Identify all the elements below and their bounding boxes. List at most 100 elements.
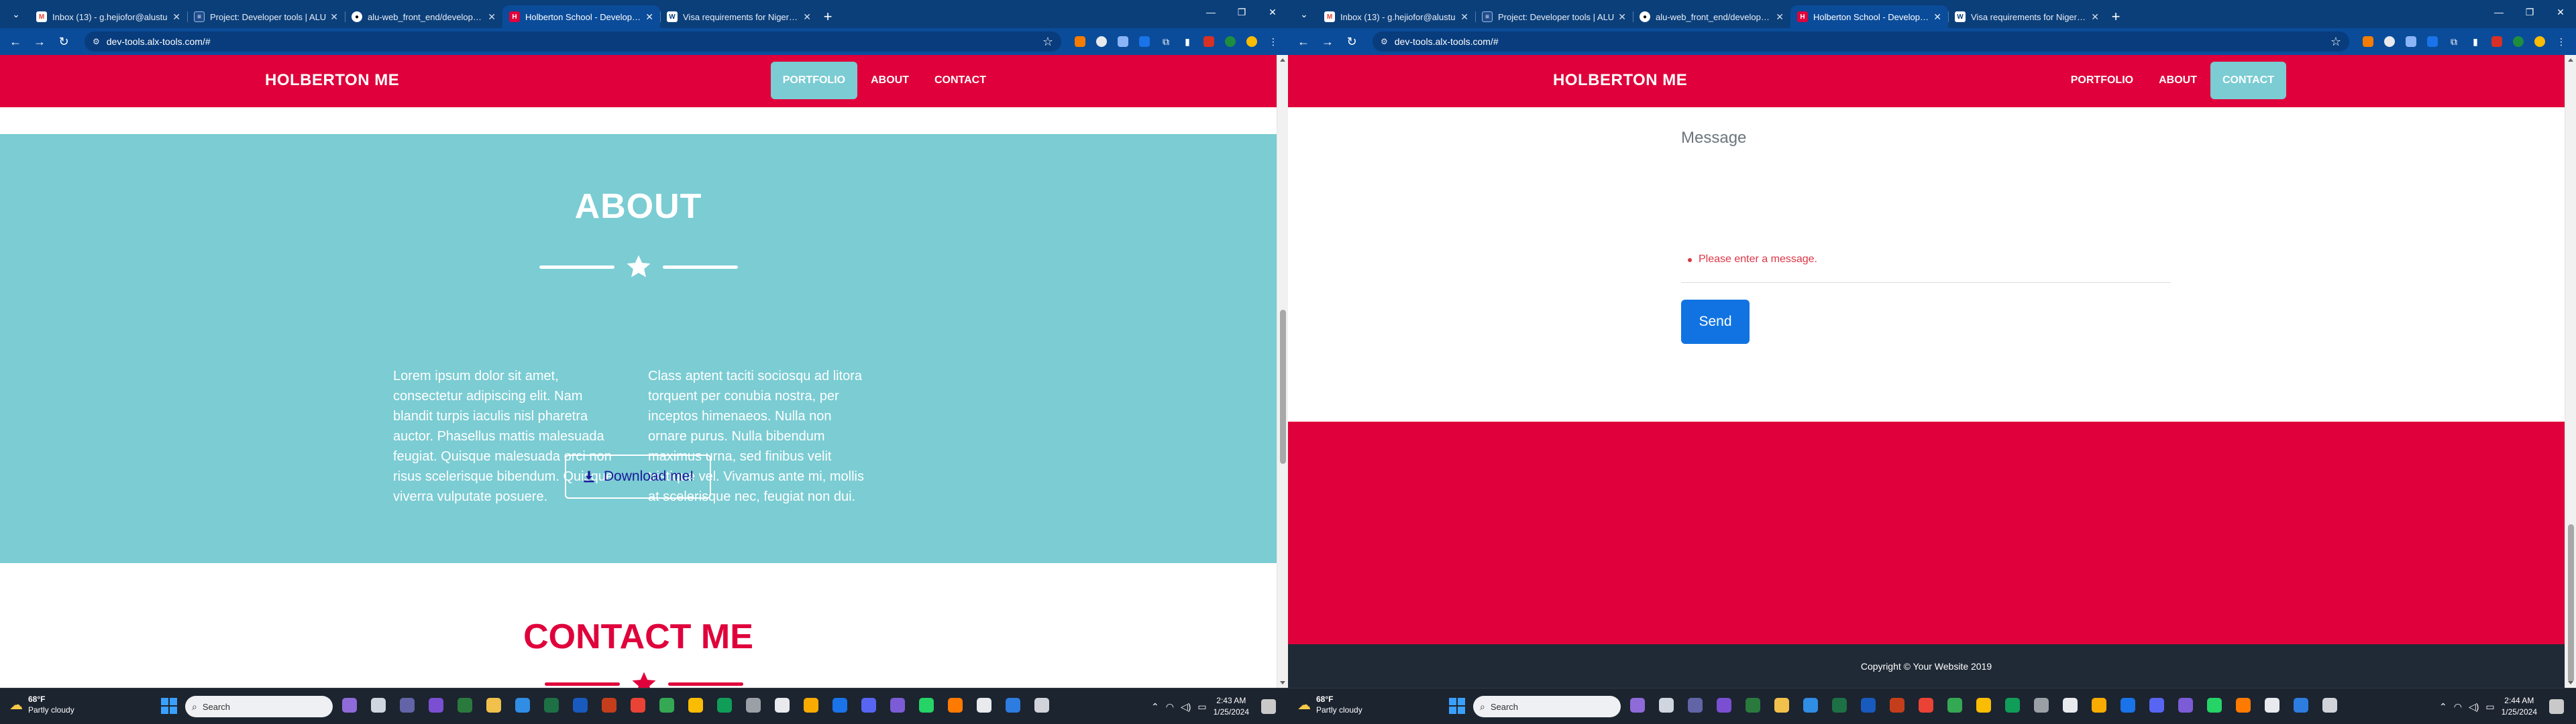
page-scrollbar[interactable] [1277,55,1288,688]
chrome-icon[interactable] [688,698,703,713]
menu-kebab-icon[interactable]: ⋮ [2552,32,2571,51]
tab-visa[interactable]: W Visa requirements for Nigerian c ✕ [660,5,818,28]
chrome-icon[interactable] [1976,698,1991,713]
tab-visa[interactable]: W Visa requirements for Nigerian c ✕ [1948,5,2106,28]
bookmark-star-icon[interactable]: ☆ [2330,35,2341,49]
extension-icon[interactable] [1221,32,1240,51]
active-app-icon[interactable] [1034,698,1049,713]
app-icon[interactable] [746,698,761,713]
powerpoint-icon[interactable] [1890,698,1904,713]
extension-icon[interactable] [2487,32,2506,51]
weather-widget[interactable]: ☁ 68°F Partly cloudy [1297,694,1362,715]
close-icon[interactable]: ✕ [1618,11,1626,23]
copilot-icon[interactable] [342,698,357,713]
chrome-icon[interactable] [631,698,645,713]
wifi-icon[interactable]: ◠ [1166,701,1174,713]
extension-icon[interactable] [2380,32,2399,51]
app-icon[interactable] [948,698,963,713]
edge-icon[interactable] [2005,698,2020,713]
clock[interactable]: 2:44 AM 1/25/2024 [2502,695,2537,718]
profile-avatar[interactable] [2530,32,2549,51]
forward-icon[interactable]: → [1318,32,1338,52]
extension-icon[interactable] [1135,32,1154,51]
nav-contact[interactable]: CONTACT [2210,62,2286,99]
tab-alu-project[interactable]: ≡ Project: Developer tools | ALU ✕ [1475,5,1633,28]
page-scrollbar[interactable] [2565,55,2576,688]
new-tab-button[interactable]: + [2106,5,2126,28]
file-icon[interactable] [2063,698,2078,713]
battery-icon[interactable]: ▭ [2485,701,2494,713]
extension-icon[interactable] [2402,32,2420,51]
extension-icon[interactable] [1114,32,1132,51]
teams-icon[interactable] [400,698,415,713]
site-info-icon[interactable]: ⚙ [1381,37,1388,46]
sidebar-icon[interactable]: ▮ [2466,32,2485,51]
app-icon[interactable] [2121,698,2135,713]
clock[interactable]: 2:43 AM 1/25/2024 [1214,695,1249,718]
wifi-icon[interactable]: ◠ [2454,701,2462,713]
extensions-puzzle-icon[interactable]: ⧉ [1157,32,1175,51]
tab-github[interactable]: ● alu-web_front_end/developer_to ✕ [345,5,502,28]
edge-icon[interactable] [717,698,732,713]
tab-holberton[interactable]: H Holberton School - Developer to ✕ [502,5,660,28]
send-button[interactable]: Send [1681,300,1750,344]
discord-icon[interactable] [2149,698,2164,713]
volume-icon[interactable]: ◁) [1181,701,1191,713]
tab-gmail[interactable]: M Inbox (13) - g.hejiofor@alustu ✕ [30,5,187,28]
file-explorer-icon[interactable] [486,698,501,713]
task-view-icon[interactable] [371,698,386,713]
copilot-icon[interactable] [1630,698,1645,713]
notifications-icon[interactable] [1261,699,1276,714]
notifications-icon[interactable] [2549,699,2564,714]
discord-icon[interactable] [861,698,876,713]
site-info-icon[interactable]: ⚙ [93,37,100,46]
app-icon[interactable] [804,698,818,713]
back-icon[interactable]: ← [5,32,25,52]
close-icon[interactable]: ✕ [1933,11,1941,23]
powerpoint-icon[interactable] [602,698,616,713]
reload-icon[interactable]: ↻ [54,32,74,52]
app-icon[interactable] [2265,698,2279,713]
word-icon[interactable] [1861,698,1876,713]
extension-icon[interactable] [2423,32,2442,51]
vscode-icon[interactable] [1006,698,1020,713]
scroll-down-icon[interactable] [2568,681,2573,684]
taskbar-search[interactable]: ⌕ Search [185,696,333,717]
windows-start-icon[interactable] [161,698,177,714]
extension-icon[interactable] [2509,32,2528,51]
task-view-icon[interactable] [1659,698,1674,713]
whatsapp-icon[interactable] [919,698,934,713]
minimize-icon[interactable]: — [1195,0,1226,24]
chrome-icon[interactable] [659,698,674,713]
app-icon[interactable] [458,698,472,713]
windows-start-icon[interactable] [1449,698,1465,714]
app-icon[interactable] [890,698,905,713]
minimize-icon[interactable]: — [2483,0,2514,24]
forward-icon[interactable]: → [30,32,50,52]
active-app-icon[interactable] [2322,698,2337,713]
app-icon[interactable] [429,698,443,713]
excel-icon[interactable] [544,698,559,713]
app-icon[interactable] [2092,698,2106,713]
back-icon[interactable]: ← [1293,32,1313,52]
file-explorer-icon[interactable] [1774,698,1789,713]
extensions-puzzle-icon[interactable]: ⧉ [2445,32,2463,51]
close-icon[interactable]: ✕ [1776,11,1784,23]
app-icon[interactable] [1803,698,1818,713]
tab-search-icon[interactable]: ⌄ [1295,5,1313,23]
close-icon[interactable]: ✕ [488,11,496,23]
nav-portfolio[interactable]: PORTFOLIO [770,62,858,99]
address-bar[interactable]: ⚙ dev-tools.alx-tools.com/# ☆ [85,32,1061,52]
message-field[interactable]: Message [1681,129,1746,147]
close-icon[interactable]: ✕ [1460,11,1468,23]
bookmark-star-icon[interactable]: ☆ [1042,35,1053,49]
close-icon[interactable]: ✕ [172,11,180,23]
volume-icon[interactable]: ◁) [2469,701,2479,713]
close-window-icon[interactable]: ✕ [2545,0,2576,24]
app-icon[interactable] [1717,698,1731,713]
tab-github[interactable]: ● alu-web_front_end/developer_to ✕ [1633,5,1790,28]
scroll-thumb[interactable] [1280,310,1286,464]
menu-kebab-icon[interactable]: ⋮ [1264,32,1283,51]
tab-alu-project[interactable]: ≡ Project: Developer tools | ALU ✕ [187,5,345,28]
app-icon[interactable] [2034,698,2049,713]
